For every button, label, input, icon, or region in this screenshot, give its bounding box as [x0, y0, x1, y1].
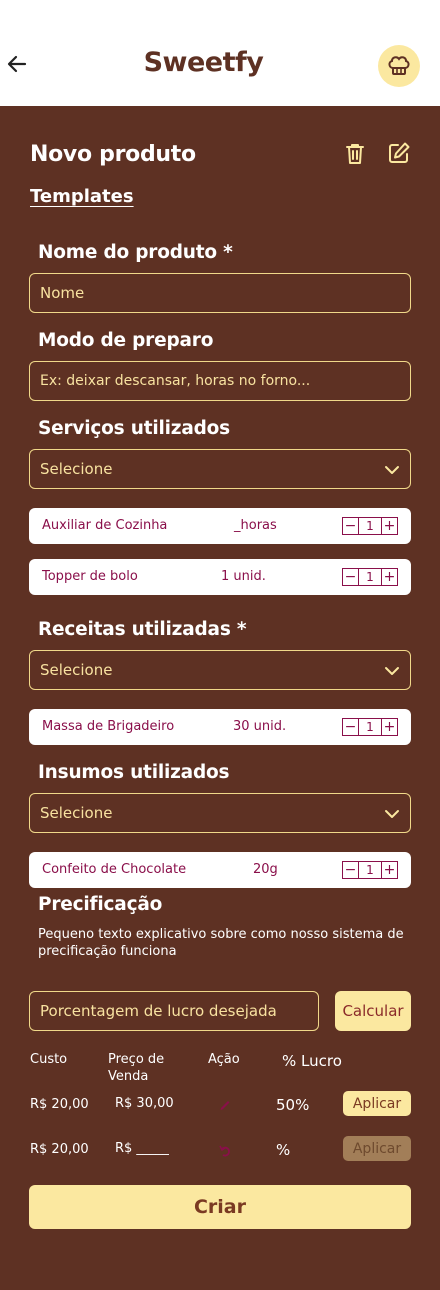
- item-quantity: 1 unid.: [221, 569, 266, 584]
- service-item-card: Topper de bolo 1 unid. − 1 +: [29, 559, 411, 595]
- quantity-stepper: − 1 +: [342, 517, 398, 535]
- pencil-icon[interactable]: [217, 1096, 233, 1112]
- item-name: Topper de bolo: [42, 569, 138, 584]
- trash-icon[interactable]: [344, 142, 366, 166]
- item-name: Massa de Brigadeiro: [42, 719, 175, 734]
- create-button[interactable]: Criar: [29, 1185, 411, 1229]
- preparation-label: Modo de preparo: [38, 330, 214, 351]
- app-title: Sweetfy: [143, 47, 264, 78]
- profit-percentage-field[interactable]: Porcentagem de lucro desejada: [29, 991, 319, 1031]
- chevron-down-icon: [385, 810, 399, 818]
- services-label: Serviços utilizados: [38, 418, 230, 439]
- row-profit: 50%: [276, 1096, 310, 1114]
- undo-icon[interactable]: [217, 1143, 233, 1159]
- item-quantity: 20g: [253, 862, 278, 877]
- recipes-select[interactable]: Selecione: [29, 650, 411, 690]
- chef-hat-icon: [388, 56, 410, 75]
- preparation-field[interactable]: [29, 361, 411, 401]
- decrement-button[interactable]: −: [343, 569, 359, 585]
- supplies-select[interactable]: Selecione: [29, 793, 411, 833]
- stepper-value: 1: [366, 519, 374, 533]
- recipe-item-card: Massa de Brigadeiro 30 unid. − 1 +: [29, 709, 411, 745]
- increment-button[interactable]: +: [381, 862, 397, 878]
- chevron-down-icon: [385, 466, 399, 474]
- item-name: Auxiliar de Cozinha: [42, 518, 168, 533]
- apply-button-disabled: Aplicar: [343, 1136, 411, 1161]
- row-sale-price[interactable]: R$ _____: [115, 1141, 169, 1156]
- calculate-button[interactable]: Calcular: [335, 991, 411, 1031]
- chef-hat-avatar[interactable]: [378, 45, 420, 87]
- product-name-label: Nome do produto *: [38, 242, 233, 263]
- row-cost: R$ 20,00: [30, 1142, 89, 1157]
- services-select-value: Selecione: [40, 460, 113, 478]
- recipes-label: Receitas utilizadas *: [38, 619, 247, 640]
- quantity-stepper: − 1 +: [342, 568, 398, 586]
- service-item-card: Auxiliar de Cozinha _horas − 1 +: [29, 508, 411, 544]
- quantity-stepper: − 1 +: [342, 861, 398, 879]
- page-title: Novo produto: [30, 142, 196, 167]
- item-quantity: _horas: [234, 518, 277, 533]
- action-column-header: Ação: [208, 1052, 240, 1067]
- decrement-button[interactable]: −: [343, 719, 359, 735]
- supplies-select-value: Selecione: [40, 804, 113, 822]
- supply-item-card: Confeito de Chocolate 20g − 1 +: [29, 852, 411, 888]
- row-cost: R$ 20,00: [30, 1097, 89, 1112]
- sale-price-column-header: Preço de Venda: [108, 1052, 165, 1084]
- quantity-stepper: − 1 +: [342, 718, 398, 736]
- chevron-down-icon: [385, 667, 399, 675]
- apply-button[interactable]: Aplicar: [343, 1091, 411, 1116]
- row-sale-price[interactable]: R$ 30,00: [115, 1096, 174, 1111]
- stepper-value: 1: [366, 720, 374, 734]
- supplies-label: Insumos utilizados: [38, 762, 230, 783]
- increment-button[interactable]: +: [381, 518, 397, 534]
- item-quantity: 30 unid.: [233, 719, 287, 734]
- decrement-button[interactable]: −: [343, 518, 359, 534]
- stepper-value: 1: [366, 570, 374, 584]
- profit-column-header: % Lucro: [282, 1052, 342, 1070]
- cost-column-header: Custo: [30, 1052, 68, 1067]
- app-header: Sweetfy: [0, 0, 440, 106]
- product-name-input[interactable]: [40, 284, 410, 302]
- item-name: Confeito de Chocolate: [42, 862, 187, 877]
- preparation-input[interactable]: [40, 373, 410, 389]
- pricing-label: Precificação: [38, 894, 163, 915]
- pricing-description: Pequeno texto explicativo sobre como nos…: [38, 927, 404, 959]
- edit-icon[interactable]: [387, 141, 411, 165]
- row-profit: %: [276, 1141, 291, 1159]
- increment-button[interactable]: +: [381, 719, 397, 735]
- recipes-select-value: Selecione: [40, 661, 113, 679]
- product-name-field[interactable]: [29, 273, 411, 313]
- profit-percentage-placeholder: Porcentagem de lucro desejada: [40, 1002, 277, 1020]
- stepper-value: 1: [366, 863, 374, 877]
- templates-link[interactable]: Templates: [30, 186, 134, 207]
- services-select[interactable]: Selecione: [29, 449, 411, 489]
- increment-button[interactable]: +: [381, 569, 397, 585]
- decrement-button[interactable]: −: [343, 862, 359, 878]
